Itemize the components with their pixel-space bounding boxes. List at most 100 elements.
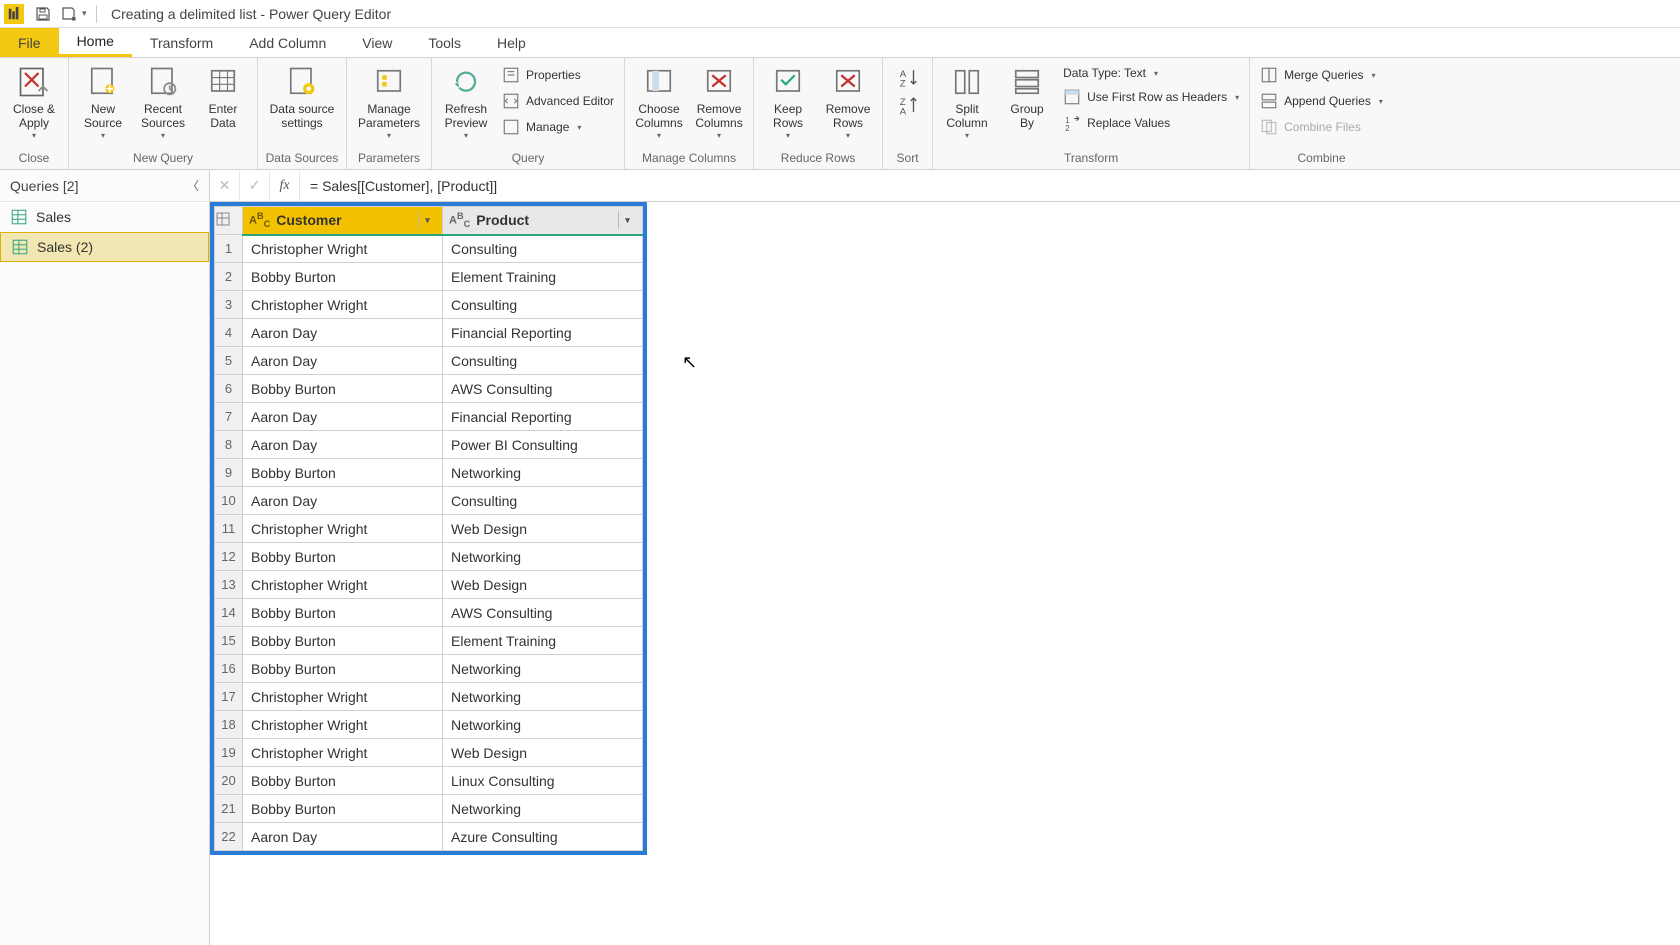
table-row[interactable]: 17Christopher WrightNetworking [215, 683, 643, 711]
qat-customize-caret[interactable]: ▾ [82, 8, 92, 19]
tab-tools[interactable]: Tools [410, 28, 479, 57]
tab-file[interactable]: File [0, 28, 59, 57]
cell[interactable]: Bobby Burton [243, 795, 443, 823]
table-row[interactable]: 20Bobby BurtonLinux Consulting [215, 767, 643, 795]
cell[interactable]: Aaron Day [243, 487, 443, 515]
cell[interactable]: Aaron Day [243, 347, 443, 375]
cell[interactable]: Christopher Wright [243, 291, 443, 319]
cell[interactable]: Financial Reporting [443, 319, 643, 347]
table-row[interactable]: 19Christopher WrightWeb Design [215, 739, 643, 767]
remove-rows-button[interactable]: Remove Rows ▾ [818, 62, 878, 142]
cell[interactable]: Aaron Day [243, 403, 443, 431]
enter-data-button[interactable]: Enter Data [193, 62, 253, 132]
query-item-0[interactable]: Sales [0, 202, 209, 232]
table-row[interactable]: 6Bobby BurtonAWS Consulting [215, 375, 643, 403]
group-by-button[interactable]: Group By [997, 62, 1057, 132]
manage-parameters-button[interactable]: Manage Parameters ▾ [351, 62, 427, 142]
table-row[interactable]: 8Aaron DayPower BI Consulting [215, 431, 643, 459]
cell[interactable]: Linux Consulting [443, 767, 643, 795]
fx-icon[interactable]: fx [270, 171, 300, 201]
tab-transform[interactable]: Transform [132, 28, 231, 57]
table-row[interactable]: 3Christopher WrightConsulting [215, 291, 643, 319]
cell[interactable]: Bobby Burton [243, 655, 443, 683]
table-row[interactable]: 2Bobby BurtonElement Training [215, 263, 643, 291]
keep-rows-button[interactable]: Keep Rows ▾ [758, 62, 818, 142]
remove-columns-button[interactable]: Remove Columns ▾ [689, 62, 749, 142]
cell[interactable]: Christopher Wright [243, 739, 443, 767]
cell[interactable]: AWS Consulting [443, 375, 643, 403]
cell[interactable]: Bobby Burton [243, 459, 443, 487]
combine-files-button[interactable]: Combine Files [1258, 116, 1385, 138]
cell[interactable]: Web Design [443, 739, 643, 767]
cell[interactable]: Azure Consulting [443, 823, 643, 851]
cell[interactable]: Christopher Wright [243, 235, 443, 263]
data-grid[interactable]: ABCCustomer▾ABCProduct▾1Christopher Wrig… [214, 206, 643, 851]
cell[interactable]: Element Training [443, 263, 643, 291]
cell[interactable]: Consulting [443, 291, 643, 319]
choose-columns-button[interactable]: Choose Columns ▾ [629, 62, 689, 142]
advanced-editor-button[interactable]: Advanced Editor [500, 90, 616, 112]
cell[interactable]: Bobby Burton [243, 767, 443, 795]
close-apply-button[interactable]: Close & Apply ▾ [4, 62, 64, 142]
cell[interactable]: Bobby Burton [243, 599, 443, 627]
formula-cancel-button[interactable]: ✕ [210, 171, 240, 201]
cell[interactable]: Networking [443, 543, 643, 571]
column-filter-icon[interactable]: ▾ [618, 211, 636, 229]
cell[interactable]: Christopher Wright [243, 515, 443, 543]
table-row[interactable]: 1Christopher WrightConsulting [215, 235, 643, 263]
properties-button[interactable]: Properties [500, 64, 616, 86]
cell[interactable]: Networking [443, 655, 643, 683]
column-header-customer[interactable]: ABCCustomer▾ [243, 207, 443, 235]
table-row[interactable]: 16Bobby BurtonNetworking [215, 655, 643, 683]
cell[interactable]: Aaron Day [243, 319, 443, 347]
cell[interactable]: AWS Consulting [443, 599, 643, 627]
qat-save-as-icon[interactable] [57, 3, 81, 25]
new-source-button[interactable]: New Source ▾ [73, 62, 133, 142]
table-row[interactable]: 12Bobby BurtonNetworking [215, 543, 643, 571]
formula-input[interactable] [300, 170, 1680, 201]
cell[interactable]: Aaron Day [243, 823, 443, 851]
cell[interactable]: Web Design [443, 515, 643, 543]
qat-save-icon[interactable] [31, 3, 55, 25]
cell[interactable]: Networking [443, 795, 643, 823]
cell[interactable]: Bobby Burton [243, 543, 443, 571]
replace-values-button[interactable]: 12Replace Values [1061, 112, 1241, 134]
table-row[interactable]: 10Aaron DayConsulting [215, 487, 643, 515]
tab-add-column[interactable]: Add Column [231, 28, 344, 57]
tab-home[interactable]: Home [59, 28, 132, 57]
cell[interactable]: Networking [443, 459, 643, 487]
collapse-panel-icon[interactable]: 〈 [187, 177, 199, 194]
table-row[interactable]: 5Aaron DayConsulting [215, 347, 643, 375]
merge-queries-button[interactable]: Merge Queries▾ [1258, 64, 1385, 86]
cell[interactable]: Networking [443, 683, 643, 711]
tab-view[interactable]: View [344, 28, 410, 57]
data-type-button[interactable]: Data Type: Text▾ [1061, 64, 1241, 82]
table-row[interactable]: 21Bobby BurtonNetworking [215, 795, 643, 823]
sort-asc-button[interactable]: AZ [897, 66, 919, 88]
table-row[interactable]: 15Bobby BurtonElement Training [215, 627, 643, 655]
table-row[interactable]: 7Aaron DayFinancial Reporting [215, 403, 643, 431]
refresh-preview-button[interactable]: Refresh Preview ▾ [436, 62, 496, 142]
cell[interactable]: Financial Reporting [443, 403, 643, 431]
cell[interactable]: Bobby Burton [243, 627, 443, 655]
cell[interactable]: Christopher Wright [243, 711, 443, 739]
column-filter-icon[interactable]: ▾ [418, 211, 436, 229]
cell[interactable]: Aaron Day [243, 431, 443, 459]
table-row[interactable]: 22Aaron DayAzure Consulting [215, 823, 643, 851]
table-row[interactable]: 4Aaron DayFinancial Reporting [215, 319, 643, 347]
cell[interactable]: Bobby Burton [243, 375, 443, 403]
table-row[interactable]: 11Christopher WrightWeb Design [215, 515, 643, 543]
data-source-settings-button[interactable]: Data source settings [262, 62, 342, 132]
table-row[interactable]: 14Bobby BurtonAWS Consulting [215, 599, 643, 627]
cell[interactable]: Consulting [443, 347, 643, 375]
first-row-headers-button[interactable]: Use First Row as Headers▾ [1061, 86, 1241, 108]
column-header-product[interactable]: ABCProduct▾ [443, 207, 643, 235]
cell[interactable]: Christopher Wright [243, 683, 443, 711]
split-column-button[interactable]: Split Column ▾ [937, 62, 997, 142]
cell[interactable]: Networking [443, 711, 643, 739]
cell[interactable]: Web Design [443, 571, 643, 599]
cell[interactable]: Power BI Consulting [443, 431, 643, 459]
cell[interactable]: Christopher Wright [243, 571, 443, 599]
cell[interactable]: Bobby Burton [243, 263, 443, 291]
append-queries-button[interactable]: Append Queries▾ [1258, 90, 1385, 112]
